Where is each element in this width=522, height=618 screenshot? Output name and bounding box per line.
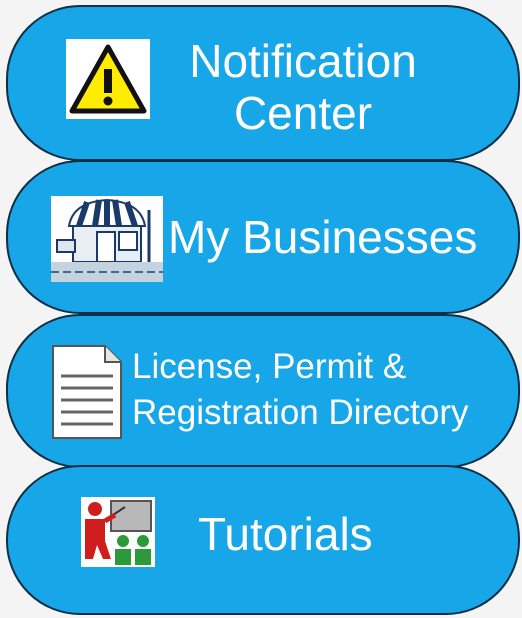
main-menu: Notification Center My Businesses Licens… <box>0 0 522 618</box>
license-directory-button[interactable]: License, Permit & Registration Directory <box>6 314 520 468</box>
notification-center-label-line1: Notification <box>189 35 417 87</box>
notification-center-label: Notification Center <box>158 35 448 139</box>
warning-icon <box>66 39 150 119</box>
document-icon <box>52 345 122 439</box>
tutorials-label: Tutorials <box>198 508 373 560</box>
my-businesses-label: My Businesses <box>168 211 478 263</box>
tutorials-button[interactable]: Tutorials <box>6 465 520 615</box>
notification-center-button[interactable]: Notification Center <box>6 5 520 161</box>
license-directory-label-line1: License, Permit & <box>132 347 407 386</box>
my-businesses-button[interactable]: My Businesses <box>6 160 520 314</box>
presentation-icon <box>81 497 155 567</box>
notification-center-label-line2: Center <box>233 87 373 139</box>
storefront-icon <box>51 196 163 282</box>
license-directory-label: License, Permit & Registration Directory <box>132 344 469 436</box>
license-directory-label-line2: Registration Directory <box>132 393 469 432</box>
